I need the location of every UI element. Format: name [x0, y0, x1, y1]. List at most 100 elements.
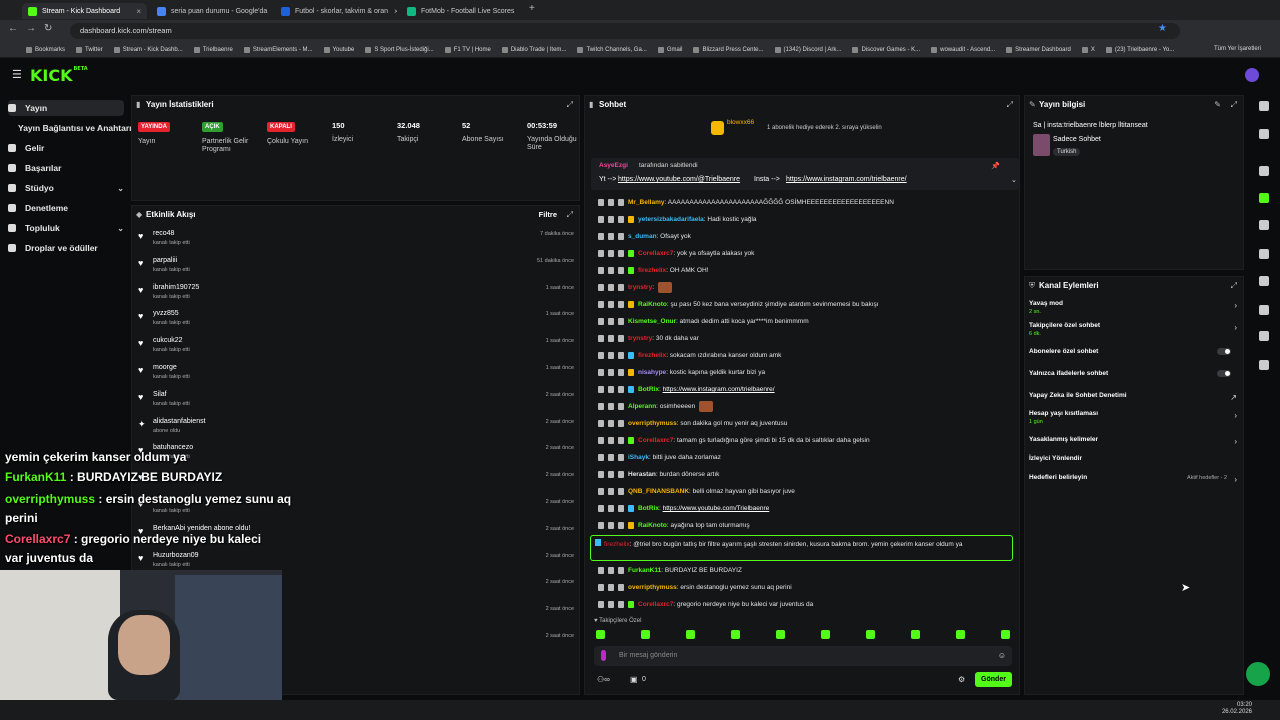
expand-icon[interactable]: ⤢ [1231, 100, 1237, 110]
bookmark-item[interactable]: StreamElements - M... [243, 46, 313, 53]
chat-username[interactable]: firezhelix [604, 541, 630, 548]
chat-message[interactable]: Corellaxrc7: tamam gs turladığına göre ş… [598, 435, 1018, 447]
chat-username[interactable]: FurkanK11 [628, 567, 661, 574]
timeout-icon[interactable] [608, 453, 614, 461]
trash-icon[interactable] [598, 403, 604, 410]
chat-username[interactable]: Corellaxrc7 [638, 601, 673, 608]
timeout-icon[interactable] [608, 521, 614, 529]
chat-username[interactable]: overripthymuss [628, 420, 677, 427]
timeout-icon[interactable] [608, 385, 614, 393]
channel-action-8[interactable]: Hedefleri belirleyin › Aktif hedefler - 2 [1029, 474, 1241, 492]
emote-icon[interactable] [731, 630, 740, 639]
rail-icon[interactable] [1259, 220, 1269, 230]
chat-link[interactable]: https://www.youtube.com/Trielbaenre [663, 505, 770, 512]
chevron-right-icon[interactable]: › [1234, 437, 1237, 446]
settings-icon[interactable]: ⚙ [958, 675, 965, 684]
sidebar-item[interactable]: Gelir [8, 140, 124, 156]
timeout-icon[interactable] [608, 403, 614, 410]
chat-message[interactable]: Kismetse_Onur: atmadı dedim atti koca ya… [598, 316, 1018, 328]
emote-icon[interactable] [911, 630, 920, 639]
pinned-insta-link[interactable]: https://www.instagram.com/trielbaenre/ [786, 176, 907, 183]
emote-icon[interactable] [596, 630, 605, 639]
timeout-icon[interactable] [608, 249, 614, 257]
rail-icon[interactable] [1259, 249, 1269, 259]
chat-username[interactable]: QNB_FINANSBANK [628, 488, 689, 495]
emote-icon[interactable] [956, 630, 965, 639]
bookmark-item[interactable]: (23) Trielbaenre - Yo... [1105, 46, 1174, 53]
bookmark-item[interactable]: Discover Games - K... [852, 46, 920, 53]
chat-message[interactable]: FurkanK11: BURDAYIZ BE BURDAYIZ [598, 565, 1018, 577]
channel-action-7[interactable]: İzleyici Yönlendir [1029, 455, 1241, 473]
chat-username[interactable]: Kismetse_Onur [628, 318, 676, 325]
chevron-down-icon[interactable]: ⌄ [117, 224, 124, 233]
rail-icon[interactable] [1259, 193, 1269, 203]
chat-message[interactable]: iShayk: bitti juve daha zorlamaz [598, 452, 1018, 464]
activity-user[interactable]: Silaf [153, 391, 167, 398]
timeout-icon[interactable] [608, 232, 614, 240]
chat-message[interactable]: BotRix: https://www.instagram.com/trielb… [598, 384, 1018, 396]
trash-icon[interactable] [598, 300, 604, 308]
toggle-switch[interactable] [1217, 370, 1231, 377]
chat-username[interactable]: BotRix [638, 386, 659, 393]
activity-user[interactable]: cukcuk22 [153, 337, 183, 344]
trash-icon[interactable] [598, 249, 604, 257]
filter-button[interactable]: Filtre [539, 210, 557, 219]
trash-icon[interactable] [598, 521, 604, 529]
kick-logo[interactable]: KICKBETA [30, 66, 88, 85]
bookmark-item[interactable]: Streamer Dashboard [1006, 46, 1071, 53]
pinned-message[interactable]: AsyeEzgi tarafından sabitlendi Yt --> ht… [591, 158, 1019, 190]
bookmark-item[interactable]: Youtube [323, 46, 354, 53]
sidebar-item[interactable]: Başarılar [8, 160, 124, 176]
timeout-icon[interactable] [608, 470, 614, 478]
new-tab-button[interactable]: + [529, 3, 535, 14]
trash-icon[interactable] [598, 504, 604, 512]
edit-icon[interactable]: ✎ [1214, 100, 1221, 109]
chat-link[interactable]: https://www.instagram.com/trielbaenre/ [663, 386, 775, 393]
emote-icon[interactable] [776, 630, 785, 639]
chat-username[interactable]: firezhelix [638, 352, 666, 359]
timeout-icon[interactable] [608, 600, 614, 608]
trash-icon[interactable] [598, 385, 604, 393]
emoji-icon[interactable]: ☺ [998, 651, 1006, 660]
chat-message[interactable]: Corellaxrc7: yok ya ofsaytla alakası yok [598, 248, 1018, 260]
trash-icon[interactable] [598, 419, 604, 427]
timeout-icon[interactable] [608, 300, 614, 308]
browser-tab[interactable]: FotMob - Football Live Scores× [401, 3, 521, 19]
chat-username[interactable]: Herastan [628, 471, 656, 478]
star-icon[interactable]: ★ [1158, 23, 1167, 34]
activity-user[interactable]: yvzz855 [153, 310, 179, 317]
trash-icon[interactable] [598, 600, 604, 608]
pinned-yt-link[interactable]: https://www.youtube.com/@Trielbaenre [618, 176, 740, 183]
all-bookmarks[interactable]: Tüm Yer İşaretleri [1214, 46, 1261, 52]
rail-icon[interactable] [1259, 305, 1269, 315]
timeout-icon[interactable] [608, 317, 614, 325]
bookmark-item[interactable]: Bookmarks [26, 46, 65, 53]
channel-action-3[interactable]: Yalnızca ifadelerle sohbet [1029, 370, 1241, 388]
chat-message[interactable]: RaiKnoto: ayağına top tam oturmamış [598, 520, 1018, 532]
sidebar-item[interactable]: Denetleme [8, 200, 124, 216]
close-icon[interactable]: × [130, 7, 141, 16]
chat-username[interactable]: Mr_Bellamy [628, 199, 665, 206]
bookmark-item[interactable]: Twitter [76, 46, 103, 53]
trash-icon[interactable] [598, 198, 604, 206]
chat-message[interactable]: trynstry: [598, 282, 1018, 294]
bookmark-item[interactable]: (1342) Discord | Ark... [774, 46, 841, 53]
browser-tab[interactable]: seria puan durumu - Google'da× [151, 3, 271, 19]
close-icon[interactable]: × [267, 7, 271, 16]
chevron-right-icon[interactable]: › [1234, 323, 1237, 332]
emote-icon[interactable] [686, 630, 695, 639]
trash-icon[interactable] [598, 453, 604, 461]
trash-icon[interactable] [598, 566, 604, 574]
browser-tab[interactable]: Futbol - skorlar, takvim & oran × [275, 3, 397, 19]
sidebar-item[interactable]: Yayın [8, 100, 124, 116]
chat-username[interactable]: overripthymuss [628, 584, 677, 591]
trash-icon[interactable] [598, 470, 604, 478]
timeout-icon[interactable] [608, 419, 614, 427]
chat-username[interactable]: trynstry [628, 335, 652, 342]
chat-input[interactable]: Bir mesaj gönderin ☺ [594, 646, 1012, 666]
chat-username[interactable]: Corellaxrc7 [638, 250, 673, 257]
sidebar-item[interactable]: Droplar ve ödüller [8, 240, 124, 256]
trash-icon[interactable] [598, 284, 604, 291]
chat-username[interactable]: firezhelix [638, 267, 666, 274]
channel-action-2[interactable]: Abonelere özel sohbet [1029, 348, 1241, 366]
